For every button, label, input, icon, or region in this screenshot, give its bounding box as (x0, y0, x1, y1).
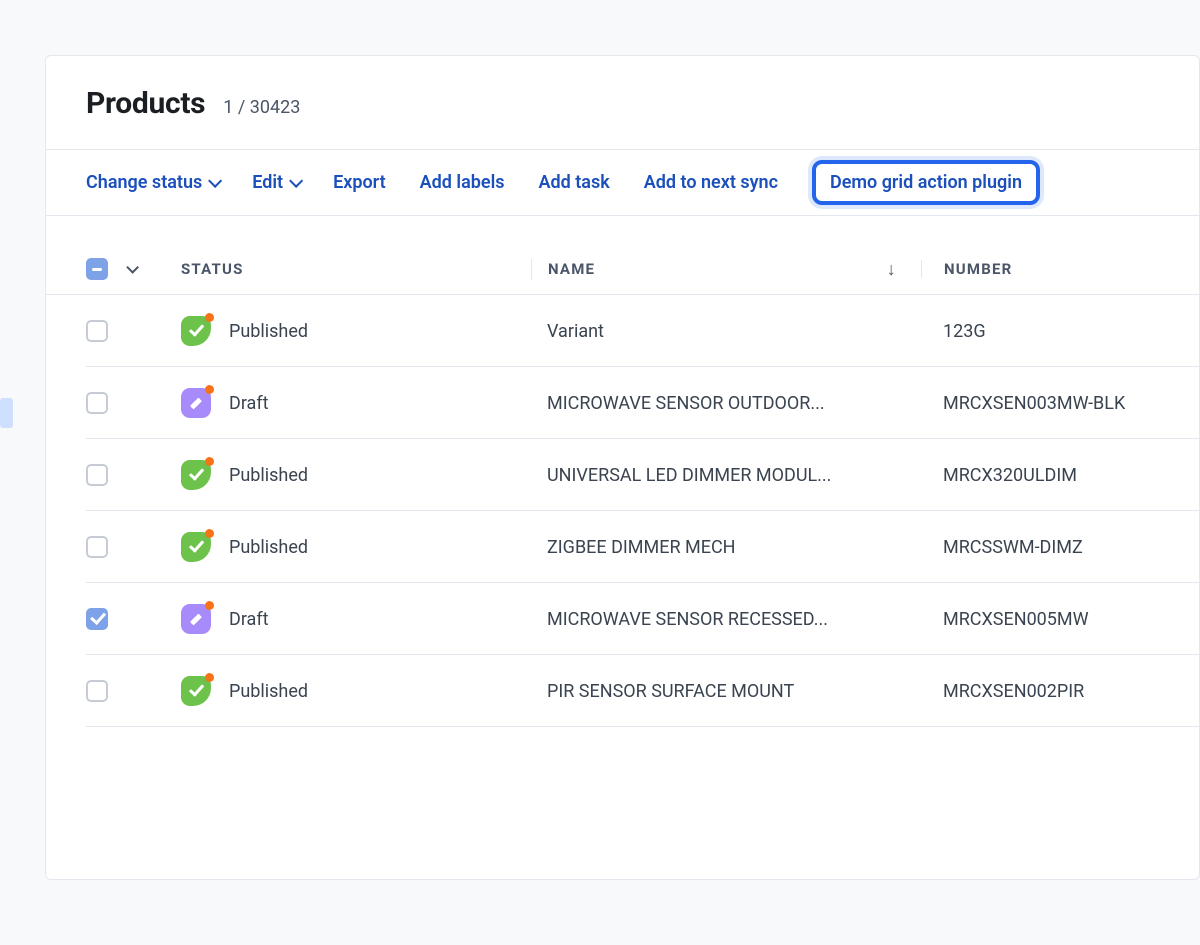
bulk-action-toolbar: Change status Edit Export Add labels Add… (46, 149, 1199, 216)
status-text: Draft (229, 393, 269, 414)
product-name: PIR SENSOR SURFACE MOUNT (547, 681, 794, 702)
product-name: MICROWAVE SENSOR RECESSED... (547, 609, 828, 630)
column-header-number[interactable]: NUMBER (921, 260, 1159, 278)
table-row[interactable]: Draft MICROWAVE SENSOR RECESSED... MRCXSEN… (46, 583, 1199, 655)
table-row[interactable]: Published PIR SENSOR SURFACE MOUNT MRCXSEN… (46, 655, 1199, 727)
selection-counter: 1 / 30423 (223, 97, 300, 118)
product-name: ZIGBEE DIMMER MECH (547, 537, 736, 558)
product-number: MRCXSEN005MW (943, 609, 1089, 630)
product-number: MRCXSEN002PIR (943, 681, 1084, 702)
change-status-label: Change status (86, 172, 202, 193)
products-panel: Products 1 / 30423 Change status Edit Ex… (45, 55, 1200, 880)
row-checkbox[interactable] (86, 536, 108, 558)
published-status-icon (181, 676, 211, 706)
column-header-name[interactable]: NAME ↓ (531, 259, 921, 280)
row-checkbox[interactable] (86, 464, 108, 486)
sort-down-icon[interactable]: ↓ (887, 259, 897, 280)
page-header: Products 1 / 30423 (46, 56, 1199, 149)
status-text: Published (229, 321, 308, 342)
draft-status-icon (181, 604, 211, 634)
product-number: 123G (943, 321, 986, 342)
product-name: Variant (547, 321, 604, 342)
table-row[interactable]: Published ZIGBEE DIMMER MECH MRCSSWM-DIMZ (46, 511, 1199, 583)
product-name: MICROWAVE SENSOR OUTDOOR... (547, 393, 825, 414)
select-all-checkbox[interactable] (86, 258, 108, 280)
demo-grid-action-plugin-button[interactable]: Demo grid action plugin (812, 160, 1040, 205)
published-status-icon (181, 460, 211, 490)
product-name: UNIVERSAL LED DIMMER MODUL... (547, 465, 831, 486)
table-row[interactable]: Draft MICROWAVE SENSOR OUTDOOR... MRCXSEN0… (46, 367, 1199, 439)
table-row[interactable]: Published Variant 123G (46, 295, 1199, 367)
chevron-down-icon (208, 173, 222, 187)
edit-label: Edit (252, 172, 283, 193)
add-to-next-sync-button[interactable]: Add to next sync (644, 172, 778, 193)
status-text: Published (229, 537, 308, 558)
row-checkbox[interactable] (86, 608, 108, 630)
status-text: Published (229, 465, 308, 486)
draft-status-icon (181, 388, 211, 418)
export-button[interactable]: Export (333, 172, 386, 193)
edit-menu[interactable]: Edit (252, 172, 299, 193)
add-labels-button[interactable]: Add labels (420, 172, 505, 193)
add-task-button[interactable]: Add task (539, 172, 610, 193)
status-text: Published (229, 681, 308, 702)
chevron-down-icon (289, 173, 303, 187)
row-checkbox[interactable] (86, 392, 108, 414)
page-title: Products (86, 86, 205, 121)
product-number: MRCSSWM-DIMZ (943, 537, 1083, 558)
row-checkbox[interactable] (86, 680, 108, 702)
published-status-icon (181, 316, 211, 346)
table-row[interactable]: Published UNIVERSAL LED DIMMER MODUL... MR… (46, 439, 1199, 511)
table-header-row: STATUS NAME ↓ NUMBER (46, 244, 1199, 295)
row-checkbox[interactable] (86, 320, 108, 342)
product-number: MRCXSEN003MW-BLK (943, 393, 1125, 414)
table-body: Published Variant 123G Draft MICROWAVE SENSO… (46, 295, 1199, 727)
column-header-status[interactable]: STATUS (141, 260, 531, 278)
published-status-icon (181, 532, 211, 562)
change-status-menu[interactable]: Change status (86, 172, 218, 193)
product-number: MRCX320ULDIM (943, 465, 1077, 486)
chevron-down-icon[interactable] (126, 261, 139, 274)
status-text: Draft (229, 609, 269, 630)
